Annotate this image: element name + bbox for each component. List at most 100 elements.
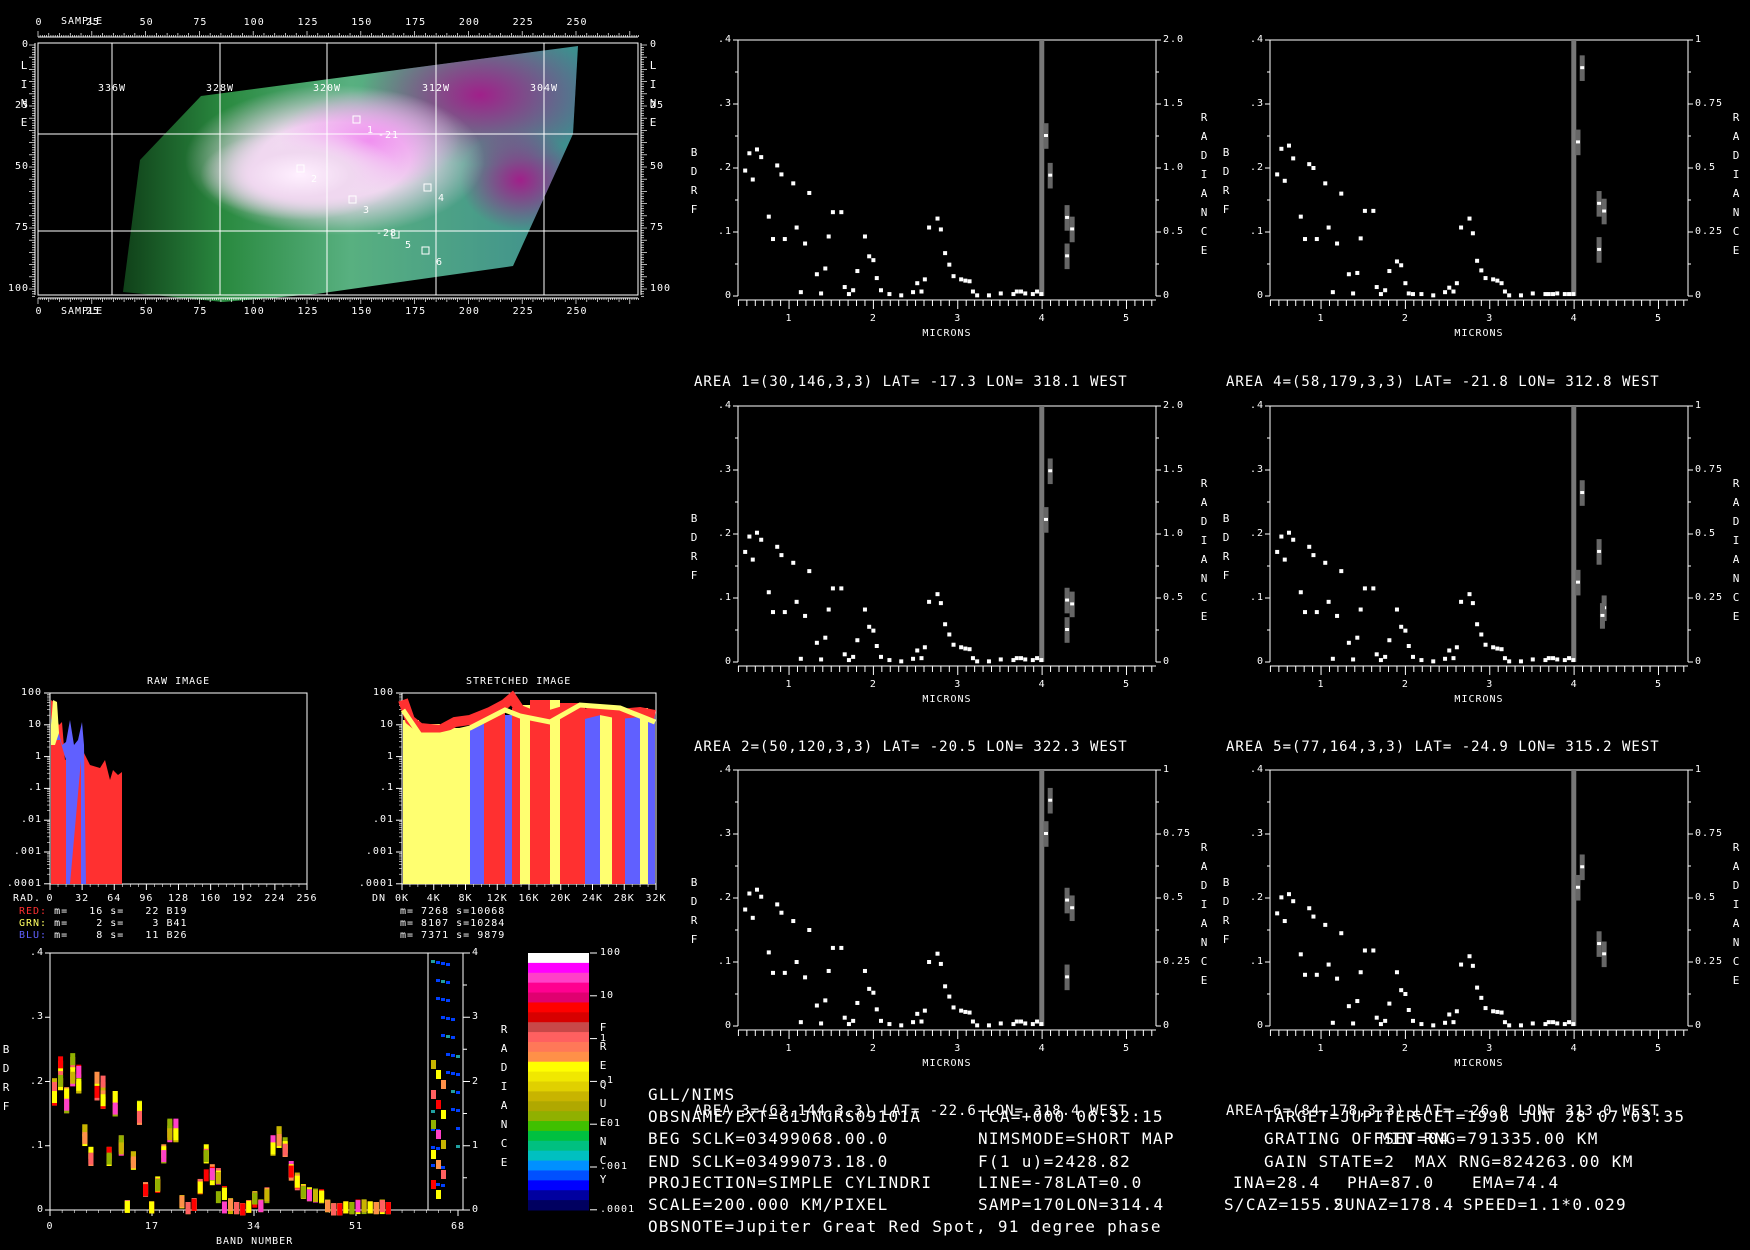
band-y-label: 0 [36, 1204, 44, 1215]
raw-hist-x-label: 64 [107, 893, 122, 904]
bdrf-point [1362, 948, 1367, 953]
bdrf-point [1571, 1022, 1576, 1027]
radiance-point [1065, 598, 1070, 602]
band-r-label: 3 [472, 1011, 480, 1023]
bdrf-point [1399, 988, 1404, 993]
y-tick-label: .3 [1249, 98, 1264, 109]
x-tick-label: 4 [1570, 1043, 1578, 1054]
bdrf-point [1406, 644, 1411, 648]
nims-image[interactable] [100, 25, 600, 310]
bdrf-point [998, 291, 1003, 296]
bdrf-point [919, 289, 924, 294]
bdrf-point [846, 658, 851, 663]
bdrf-point [839, 586, 844, 591]
band-heat-cell [70, 1053, 76, 1066]
stretched-hist-y-label: .001 [365, 846, 394, 857]
y-tick-label: .4 [717, 400, 732, 411]
y-tick-label: .2 [1249, 892, 1264, 903]
sample-axis-label-bottom: SAMPLE [61, 306, 104, 317]
bdrf-point [1406, 291, 1411, 296]
bdrf-point [807, 928, 812, 932]
line-tick-label: 100 [7, 283, 29, 294]
bdrf-point [1330, 1020, 1335, 1025]
radiance-tick-label: 0.5 [1695, 528, 1717, 539]
max-range: MAX RNG=824263.00 KM [1415, 1152, 1634, 1171]
bdrf-point [782, 970, 787, 975]
bdrf-point [1562, 292, 1567, 297]
bdrf-point [1371, 948, 1376, 953]
x-tick-label: 5 [1122, 1043, 1130, 1054]
stretched-hist-band [648, 710, 655, 884]
bdrf-point [826, 234, 831, 239]
bdrf-point [830, 210, 835, 215]
band-heat-cell [294, 1175, 300, 1188]
y-tick-label: .2 [717, 528, 732, 539]
x-axis-label: MICRONS [922, 1058, 972, 1069]
bdrf-point [1374, 1015, 1379, 1020]
raw-hist-x-label: 224 [264, 893, 286, 904]
raw-hist-x-label: 256 [296, 893, 318, 904]
y-tick-label: .3 [1249, 464, 1264, 475]
bdrf-point [826, 607, 831, 612]
sample-tick-label: 100 [243, 306, 265, 317]
bdrf-point [1291, 537, 1296, 542]
band-heat-cell [325, 1200, 331, 1213]
bdrf-point [951, 274, 956, 279]
bdrf-point [839, 210, 844, 215]
bdrf-point [919, 656, 924, 661]
bdrf-point [1499, 647, 1504, 652]
stretched-hist-band [600, 705, 612, 884]
color-scale-swatch [528, 1091, 589, 1102]
color-scale-swatch [528, 972, 589, 984]
bdrf-point [1019, 1019, 1024, 1024]
sample-tick-label: 250 [566, 306, 588, 317]
scale: SCALE=200.000 KM/PIXEL [648, 1195, 889, 1214]
band-heat-cell [234, 1202, 240, 1215]
bdrf-point [1314, 610, 1319, 615]
band-y-label: .3 [29, 1011, 44, 1023]
radiance-point [1602, 209, 1607, 213]
y-tick-label: .1 [717, 226, 732, 237]
band-radiance-cell [441, 1166, 445, 1169]
stat-red-label: RED: [19, 906, 48, 917]
bdrf-point [803, 613, 808, 618]
bdrf-point [1507, 293, 1512, 298]
bdrf-point [819, 1021, 824, 1026]
band-heat-cell [155, 1178, 161, 1191]
band-heat-cell [343, 1201, 349, 1214]
color-scale-swatch [528, 1111, 589, 1122]
target: TARGET=JUPITER [1264, 1107, 1418, 1126]
y-tick-label: .1 [717, 956, 732, 967]
line-tick-label: 50 [14, 161, 29, 172]
bdrf-point [779, 172, 784, 177]
stretched-hist-x-label: 8K [458, 893, 473, 904]
band-heat-cell [209, 1168, 215, 1181]
x-tick-label: 4 [1570, 679, 1578, 690]
band-heat-cell [203, 1150, 209, 1163]
bdrf-point [943, 984, 948, 989]
raw-hist-x-label: 96 [139, 893, 154, 904]
band-radiance-cell [431, 1180, 436, 1189]
bdrf-point [927, 599, 932, 604]
bdrf-point [819, 291, 824, 296]
longitude-label: 312W [421, 83, 451, 94]
area-marker-label: 5 [405, 240, 413, 251]
radiance-point [1048, 173, 1053, 177]
sample-tick-label: 250 [566, 17, 588, 28]
spectrum-plot-area-1 [733, 39, 1161, 309]
sample-tick-label: 175 [405, 17, 427, 28]
bdrf-point [887, 658, 892, 663]
bdrf-point [998, 1021, 1003, 1026]
bdrf-point [935, 951, 940, 956]
band-heat-cell [349, 1202, 355, 1215]
bdrf-point [1303, 237, 1308, 242]
bdrf-point [1459, 962, 1464, 967]
radiance-tick-label: 0 [1163, 290, 1171, 301]
bdrf-point [967, 279, 972, 284]
stretched-hist-band [403, 720, 419, 884]
bdrf-point [1291, 156, 1296, 161]
radiance-point [1597, 942, 1602, 946]
raw-hist-y-label: .01 [20, 814, 42, 826]
band-heat-cell [331, 1203, 337, 1216]
band-radiance-cell [431, 960, 435, 963]
